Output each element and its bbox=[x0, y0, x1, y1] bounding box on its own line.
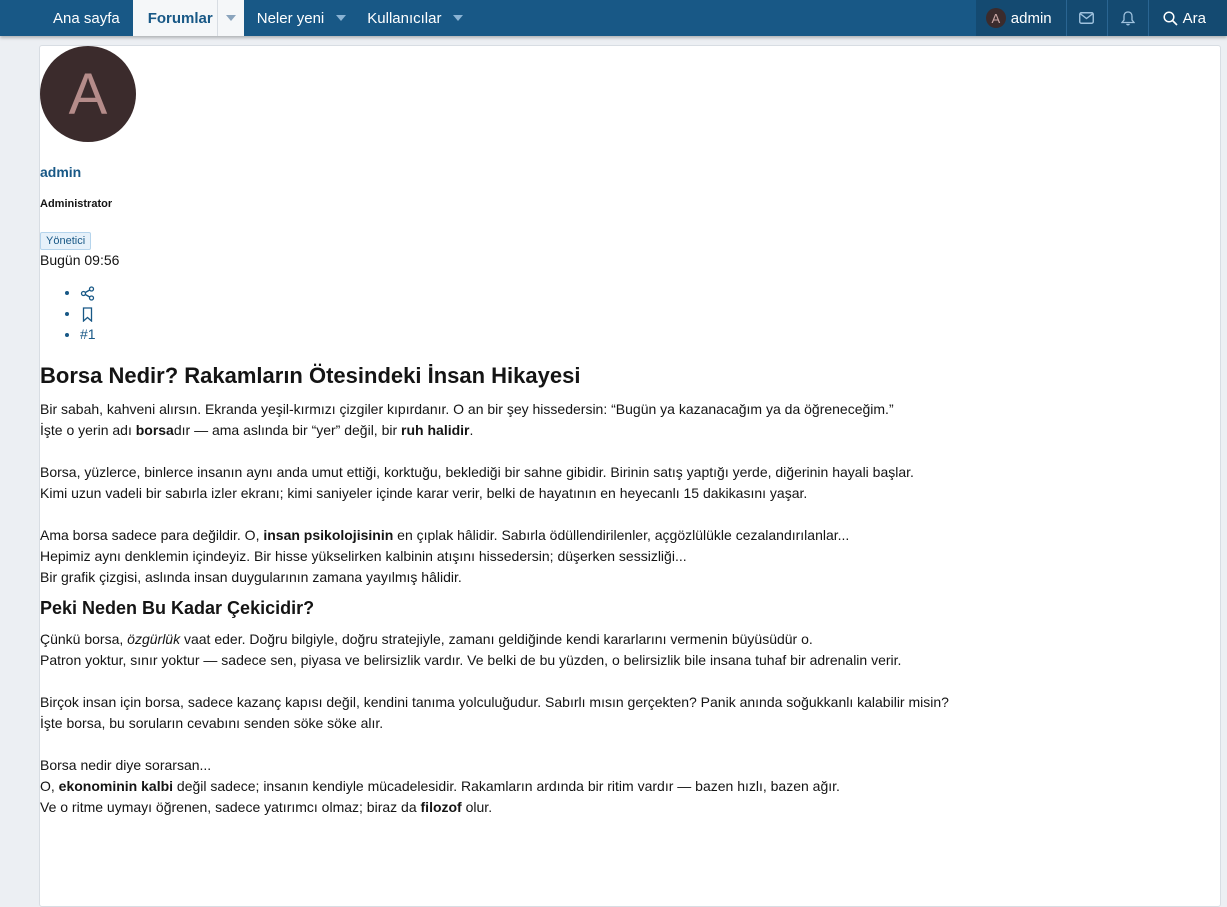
nav-tab-home[interactable]: Ana sayfa bbox=[40, 0, 133, 36]
nav-tab-whats-new[interactable]: Neler yeni bbox=[244, 0, 355, 36]
bold-text: ekonominin kalbi bbox=[58, 778, 174, 794]
alerts-button[interactable] bbox=[1106, 0, 1148, 36]
paragraph-1: Bir sabah, kahveni alırsın. Ekranda yeşi… bbox=[40, 399, 1210, 588]
text-line: Ve o ritme uymayı öğrenen, sadece yatırı… bbox=[40, 799, 493, 815]
text-line: Borsa, yüzlerce, binlerce insanın aynı a… bbox=[40, 464, 914, 480]
bookmark-icon bbox=[82, 307, 93, 323]
nav-tab-forums[interactable]: Forumlar bbox=[132, 0, 244, 36]
chevron-down-icon[interactable] bbox=[328, 0, 354, 36]
chevron-down-icon[interactable] bbox=[445, 0, 471, 36]
text-line: Ama borsa sadece para değildir. O, insan… bbox=[40, 527, 850, 543]
search-label: Ara bbox=[1182, 9, 1206, 27]
envelope-icon bbox=[1079, 12, 1095, 24]
user-title: Administrator bbox=[40, 198, 113, 210]
share-icon bbox=[80, 286, 95, 301]
share-action[interactable] bbox=[80, 282, 1210, 303]
text-line: Patron yoktur, sınır yoktur — sadece sen… bbox=[40, 652, 902, 668]
avatar[interactable]: A bbox=[40, 46, 136, 142]
account-menu[interactable]: A admin bbox=[976, 0, 1066, 36]
text-line: Borsa nedir diye sorarsan... bbox=[40, 757, 212, 773]
nav-whats-new-label: Neler yeni bbox=[256, 9, 325, 27]
text-line: Bir grafik çizgisi, aslında insan duygul… bbox=[40, 569, 462, 585]
avatar: A bbox=[985, 8, 1006, 28]
chevron-down-icon[interactable] bbox=[216, 0, 244, 36]
main-nav: Ana sayfa Forumlar Neler yeni Kullanıcıl… bbox=[40, 0, 471, 36]
article-title: Borsa Nedir? Rakamların Ötesindeki İnsan… bbox=[40, 363, 581, 388]
user-nav: A admin Ara bbox=[975, 0, 1227, 36]
bookmark-action[interactable] bbox=[80, 303, 1210, 324]
bold-text: borsa bbox=[135, 422, 174, 438]
nav-forums-label: Forumlar bbox=[147, 9, 213, 27]
nav-members-label: Kullanıcılar bbox=[367, 9, 442, 27]
text-line: Hepimiz aynı denklemin içindeyiz. Bir hi… bbox=[40, 548, 687, 564]
bold-text: ruh halidir bbox=[401, 422, 470, 438]
text-line: İşte o yerin adı borsadır — ama aslında … bbox=[40, 422, 474, 438]
post-actions: #1 bbox=[40, 282, 1210, 345]
text-line: Çünkü borsa, özgürlük vaat eder. Doğru b… bbox=[40, 631, 813, 647]
italic-text: özgürlük bbox=[127, 631, 181, 647]
text-line: Bir sabah, kahveni alırsın. Ekranda yeşi… bbox=[40, 401, 894, 417]
search-button[interactable]: Ara bbox=[1147, 0, 1227, 36]
post-content: A admin Administrator Yönetici Bugün 09:… bbox=[40, 46, 1210, 818]
bold-text: filozof bbox=[420, 799, 462, 815]
post-timestamp[interactable]: Bugün 09:56 bbox=[40, 252, 1210, 268]
username-link[interactable]: admin bbox=[40, 164, 1210, 180]
top-navigation: Ana sayfa Forumlar Neler yeni Kullanıcıl… bbox=[0, 0, 1227, 36]
text-line: İşte borsa, bu soruların cevabını senden… bbox=[40, 715, 384, 731]
account-name: admin bbox=[1010, 9, 1052, 27]
section-subtitle: Peki Neden Bu Kadar Çekicidir? bbox=[40, 598, 315, 618]
text-line: Kimi uzun vadeli bir sabırla izler ekran… bbox=[40, 485, 808, 501]
text-line: Birçok insan için borsa, sadece kazanç k… bbox=[40, 694, 949, 710]
bold-text: insan psikolojisinin bbox=[263, 527, 394, 543]
text-line: O, ekonominin kalbi değil sadece; insanı… bbox=[40, 778, 840, 794]
post-number-link[interactable]: #1 bbox=[80, 324, 1210, 345]
role-badge: Yönetici bbox=[40, 232, 92, 250]
bell-icon bbox=[1120, 10, 1135, 25]
paragraph-2: Çünkü borsa, özgürlük vaat eder. Doğru b… bbox=[40, 629, 1210, 818]
nav-home-label: Ana sayfa bbox=[53, 9, 120, 27]
inbox-button[interactable] bbox=[1065, 0, 1107, 36]
nav-tab-members[interactable]: Kullanıcılar bbox=[354, 0, 471, 36]
search-icon bbox=[1163, 10, 1178, 26]
